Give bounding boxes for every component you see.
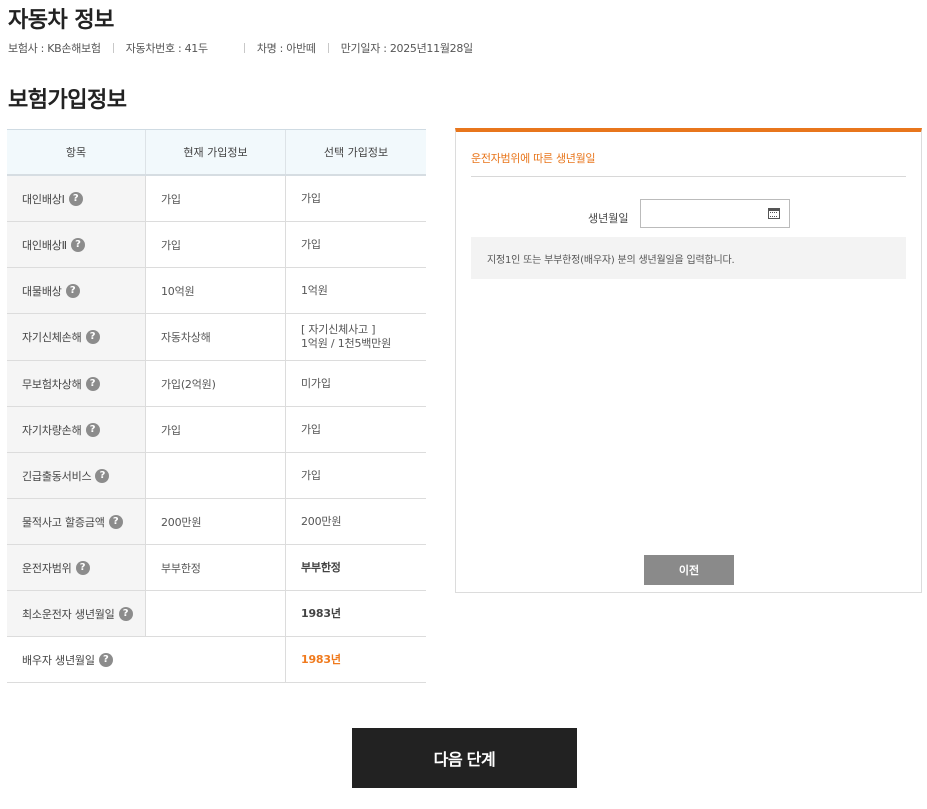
question-circle-icon[interactable]: ?: [118, 606, 133, 621]
row-item-label: 긴급출동서비스: [22, 469, 92, 483]
question-circle-icon[interactable]: ?: [75, 560, 90, 575]
insurer-text: 보험사 : KB손해보험: [8, 42, 101, 55]
table-row: 긴급출동서비스? 가입: [7, 453, 426, 499]
row-selected-cell: 가입: [301, 191, 321, 205]
row-item-cell: 최소운전자 생년월일?: [7, 591, 146, 636]
row-item-cell: 대인배상Ⅱ?: [7, 222, 146, 267]
row-current-cell: 가입: [146, 407, 286, 452]
divider: [327, 43, 329, 53]
row-current-cell: 가입: [146, 222, 286, 267]
row-current-cell: 가입(2억원): [146, 361, 286, 406]
table-row: 최소운전자 생년월일? 1983년: [7, 591, 426, 637]
header-current: 현재 가입정보: [146, 130, 286, 174]
row-selected-cell: 가입: [301, 422, 321, 436]
car-number-text: 자동차번호 : 41두: [125, 42, 208, 55]
row-current-cell: 200만원: [146, 499, 286, 544]
car-name-text: 차명 : 아반떼: [256, 42, 316, 55]
row-current-cell: [146, 453, 286, 498]
question-circle-icon[interactable]: ?: [108, 514, 123, 529]
row-current-cell: 부부한정: [146, 545, 286, 590]
row-item-label: 최소운전자 생년월일: [22, 607, 115, 621]
row-item-cell: 무보험차상해?: [7, 361, 146, 406]
row-selected-cell: 1983년: [301, 652, 341, 666]
row-current-cell: 자동차상해: [146, 314, 286, 360]
row-selected-cell: 1억원: [301, 283, 328, 297]
row-item-label: 배우자 생년월일: [22, 653, 95, 667]
expiry-date-text: 만기일자 : 2025년11월28일: [340, 42, 473, 55]
question-circle-icon[interactable]: ?: [95, 468, 110, 483]
row-item-label: 대물배상: [22, 284, 62, 298]
calendar-icon[interactable]: [768, 208, 780, 219]
row-selected-cell: [ 자기신체사고 ] 1억원 / 1천5백만원: [286, 314, 426, 360]
table-row: 자기신체손해? 자동차상해 [ 자기신체사고 ] 1억원 / 1천5백만원: [7, 314, 426, 361]
question-circle-icon[interactable]: ?: [65, 283, 80, 298]
row-selected-cell: 가입: [301, 468, 321, 482]
row-item-label: 자기차량손해: [22, 423, 82, 437]
question-circle-icon[interactable]: ?: [98, 652, 113, 667]
row-current-cell: [146, 591, 286, 636]
row-item-label: 대인배상Ⅱ: [22, 238, 67, 252]
insurance-table: 항목 현재 가입정보 선택 가입정보 대인배상Ⅰ? 가입 가입 대인배상Ⅱ? 가…: [7, 129, 441, 683]
divider: [471, 176, 906, 177]
row-item-label: 무보험차상해: [22, 377, 82, 391]
row-item-cell: 물적사고 할증금액?: [7, 499, 146, 544]
row-current-cell: 10억원: [146, 268, 286, 313]
question-circle-icon[interactable]: ?: [85, 376, 100, 391]
next-step-button[interactable]: 다음 단계: [352, 728, 577, 788]
row-current-cell: 가입: [146, 176, 286, 221]
birthdate-panel: 운전자범위에 따른 생년월일 생년월일 지정1인 또는 부부한정(배우자) 분의…: [455, 128, 922, 593]
question-circle-icon[interactable]: ?: [85, 330, 100, 344]
table-row: 대인배상Ⅰ? 가입 가입: [7, 176, 426, 222]
row-selected-cell: 200만원: [301, 514, 342, 528]
table-row: 무보험차상해? 가입(2억원) 미가입: [7, 361, 426, 407]
row-item-label: 자기신체손해: [22, 331, 82, 344]
question-circle-icon[interactable]: ?: [68, 191, 83, 206]
divider: [112, 43, 114, 53]
header-selected: 선택 가입정보: [323, 146, 389, 159]
table-row: 자기차량손해? 가입 가입: [7, 407, 426, 453]
header-item: 항목: [7, 130, 146, 174]
panel-title: 운전자범위에 따른 생년월일: [471, 152, 596, 165]
table-row: 운전자범위? 부부한정 부부한정: [7, 545, 426, 591]
row-item-cell: 대물배상?: [7, 268, 146, 313]
row-item-label: 물적사고 할증금액: [22, 515, 105, 529]
row-selected-cell: 미가입: [301, 376, 331, 390]
table-row: 대물배상? 10억원 1억원: [7, 268, 426, 314]
birthdate-label: 생년월일: [588, 212, 629, 225]
insurance-section-title: 보험가입정보: [8, 88, 127, 113]
row-selected-cell: 1983년: [301, 606, 341, 620]
row-item-cell: 운전자범위?: [7, 545, 146, 590]
row-selected-cell: 부부한정: [301, 560, 341, 574]
question-circle-icon[interactable]: ?: [70, 237, 85, 252]
row-item-cell: 자기신체손해?: [7, 314, 146, 360]
divider: [243, 43, 245, 53]
table-row: 배우자 생년월일? 1983년: [7, 637, 426, 683]
row-item-cell: 배우자 생년월일?: [7, 637, 286, 682]
row-item-label: 운전자범위: [22, 561, 72, 575]
row-item-cell: 자기차량손해?: [7, 407, 146, 452]
car-info-title: 자동차 정보: [8, 8, 114, 33]
question-circle-icon[interactable]: ?: [85, 422, 100, 437]
row-selected-cell: 가입: [301, 237, 321, 251]
birthdate-notice: 지정1인 또는 부부한정(배우자) 분의 생년월일을 입력합니다.: [471, 237, 906, 279]
selected-line-1: [ 자기신체사고 ]: [301, 323, 376, 336]
table-header: 항목 현재 가입정보 선택 가입정보: [7, 129, 426, 176]
car-info-meta: 보험사 : KB손해보험 자동차번호 : 41두 차명 : 아반떼 만기일자 :…: [8, 40, 473, 56]
table-row: 물적사고 할증금액? 200만원 200만원: [7, 499, 426, 545]
table-row: 대인배상Ⅱ? 가입 가입: [7, 222, 426, 268]
selected-line-2: 1억원 / 1천5백만원: [301, 337, 392, 350]
prev-button[interactable]: 이전: [644, 555, 734, 585]
row-item-label: 대인배상Ⅰ: [22, 192, 65, 206]
row-item-cell: 긴급출동서비스?: [7, 453, 146, 498]
row-item-cell: 대인배상Ⅰ?: [7, 176, 146, 221]
